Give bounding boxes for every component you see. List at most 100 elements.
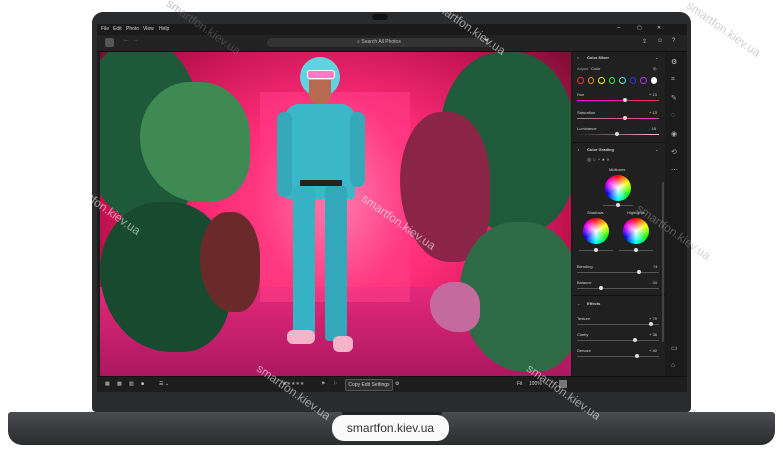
collapse-icon[interactable]: ⌄ [655,147,658,152]
midtones-color-wheel[interactable] [605,175,631,201]
fit-label[interactable]: Fit [517,381,523,387]
saturation-knob[interactable] [623,116,627,120]
grid-view-icon[interactable]: ▦ [105,381,110,387]
photo-person-leg-left [293,186,315,336]
photo-person-face [309,80,331,104]
blending-knob[interactable] [637,270,641,274]
flag-icon[interactable]: ⚑ [321,381,325,387]
share-icon[interactable]: ⇪ [642,38,647,45]
balance-knob[interactable] [599,286,603,290]
sidebar-toggle-icon[interactable] [105,38,114,47]
search-input[interactable]: ⌕ Search All Photos [267,38,491,47]
crop-icon[interactable]: ⌗ [671,76,675,84]
adjust-select[interactable]: Color [591,66,601,71]
midtones-luminance-slider[interactable] [603,203,633,207]
adjust-label: Adjust [577,66,589,71]
luminance-knob[interactable] [615,132,619,136]
copy-edit-settings-button[interactable]: Copy Edit Settings [345,379,393,391]
balance-slider[interactable] [577,286,659,290]
clarity-value[interactable]: + 38 [649,332,657,337]
shadows-color-wheel[interactable] [583,218,609,244]
more-icon[interactable]: ⋯ [671,166,678,174]
hue-value[interactable]: + 13 [649,92,657,97]
color-mixer-title[interactable]: Color Mixer [587,55,609,60]
effects-collapse-icon[interactable]: ⌄ [577,301,580,306]
balance-value[interactable]: - 34 [650,280,657,285]
sort-icon[interactable]: ☰ ⌄ [159,381,169,387]
history-icon[interactable]: ⟲ [671,148,677,156]
clarity-slider[interactable] [577,338,659,342]
swatch-green[interactable] [608,77,615,84]
dehaze-slider[interactable] [577,354,659,358]
midtones-luminance-knob[interactable] [616,203,620,207]
blending-value[interactable]: 74 [653,264,657,269]
back-arrow-icon[interactable]: ← [123,37,129,43]
compare-icon[interactable]: ▥ [129,381,134,387]
saturation-slider[interactable] [577,116,659,120]
swatch-purple[interactable] [640,77,647,84]
color-grading-title[interactable]: Color Grading [587,147,614,152]
saturation-value[interactable]: + 13 [649,110,657,115]
window-close-icon[interactable]: ✕ [657,25,661,31]
heal-icon[interactable]: ✎ [671,94,677,102]
swatch-orange[interactable] [587,77,594,84]
help-icon[interactable]: ? [672,38,675,44]
swatch-magenta[interactable] [650,77,657,84]
swatch-red[interactable] [577,77,584,84]
masking-icon[interactable]: ◌ [671,112,675,119]
settings-gear-icon[interactable]: ⚙ [395,381,399,387]
panel-scrollbar[interactable] [662,182,664,342]
dehaze-label: Dehaze [577,348,591,353]
shadows-label: Shadows [587,210,604,215]
target-icon[interactable]: ◎ [653,66,657,71]
shadows-luminance-slider[interactable] [579,248,613,252]
menu-view[interactable]: View [143,26,154,32]
menu-file[interactable]: File [101,26,109,32]
clarity-knob[interactable] [633,338,637,342]
comment-icon[interactable]: ▭ [671,344,678,352]
highlights-luminance-knob[interactable] [634,248,638,252]
reject-flag-icon[interactable]: ⚐ [333,381,337,387]
texture-slider[interactable] [577,322,659,326]
texture-value[interactable]: + 79 [649,316,657,321]
color-mixer-icon: ◐ [577,55,580,60]
edit-sliders-icon[interactable]: ⚙ [671,58,677,66]
blending-slider[interactable] [577,270,659,274]
swatch-yellow[interactable] [598,77,605,84]
forward-arrow-icon[interactable]: → [133,37,139,43]
shadows-luminance-knob[interactable] [594,248,598,252]
square-grid-icon[interactable]: ▩ [117,381,122,387]
collapse-icon[interactable]: ⌄ [655,55,658,60]
tag-icon[interactable]: ⌂ [671,362,675,369]
watermark-diagonal: smartfon.kiev.ua [683,0,764,60]
photo-person-arm-left [277,112,292,197]
dehaze-knob[interactable] [635,354,639,358]
photo-person-glasses [307,70,335,79]
window-maximize-icon[interactable]: ▢ [637,25,642,31]
highlights-luminance-slider[interactable] [619,248,653,252]
webcam [372,14,388,20]
divider [573,295,665,296]
luminance-value[interactable]: - 18 [649,126,656,131]
highlights-color-wheel[interactable] [623,218,649,244]
color-swatches [577,77,657,84]
effects-title[interactable]: Effects [587,301,600,306]
window-minimize-icon[interactable]: ─ [617,25,621,31]
toolbar: ← → ⌕ Search All Photos ⏷ ⇪ ☺ ? [97,35,687,52]
dehaze-value[interactable]: + 40 [649,348,657,353]
menu-help[interactable]: Help [159,26,169,32]
account-icon[interactable]: ☺ [657,38,663,44]
detail-view-icon[interactable]: ■ [141,381,144,387]
photo-person-leg-right [325,186,347,341]
menu-photo[interactable]: Photo [126,26,139,32]
luminance-slider[interactable] [577,132,659,136]
texture-knob[interactable] [649,322,653,326]
hue-knob[interactable] [623,98,627,102]
swatch-aqua[interactable] [619,77,626,84]
hue-slider[interactable] [577,98,659,102]
grading-mode-icons[interactable]: ◎ ○ ◔ ◕ ◑ [587,157,609,163]
photo-canvas[interactable] [100,52,571,392]
menu-edit[interactable]: Edit [113,26,122,32]
swatch-blue[interactable] [629,77,636,84]
red-eye-icon[interactable]: ◉ [671,130,677,138]
